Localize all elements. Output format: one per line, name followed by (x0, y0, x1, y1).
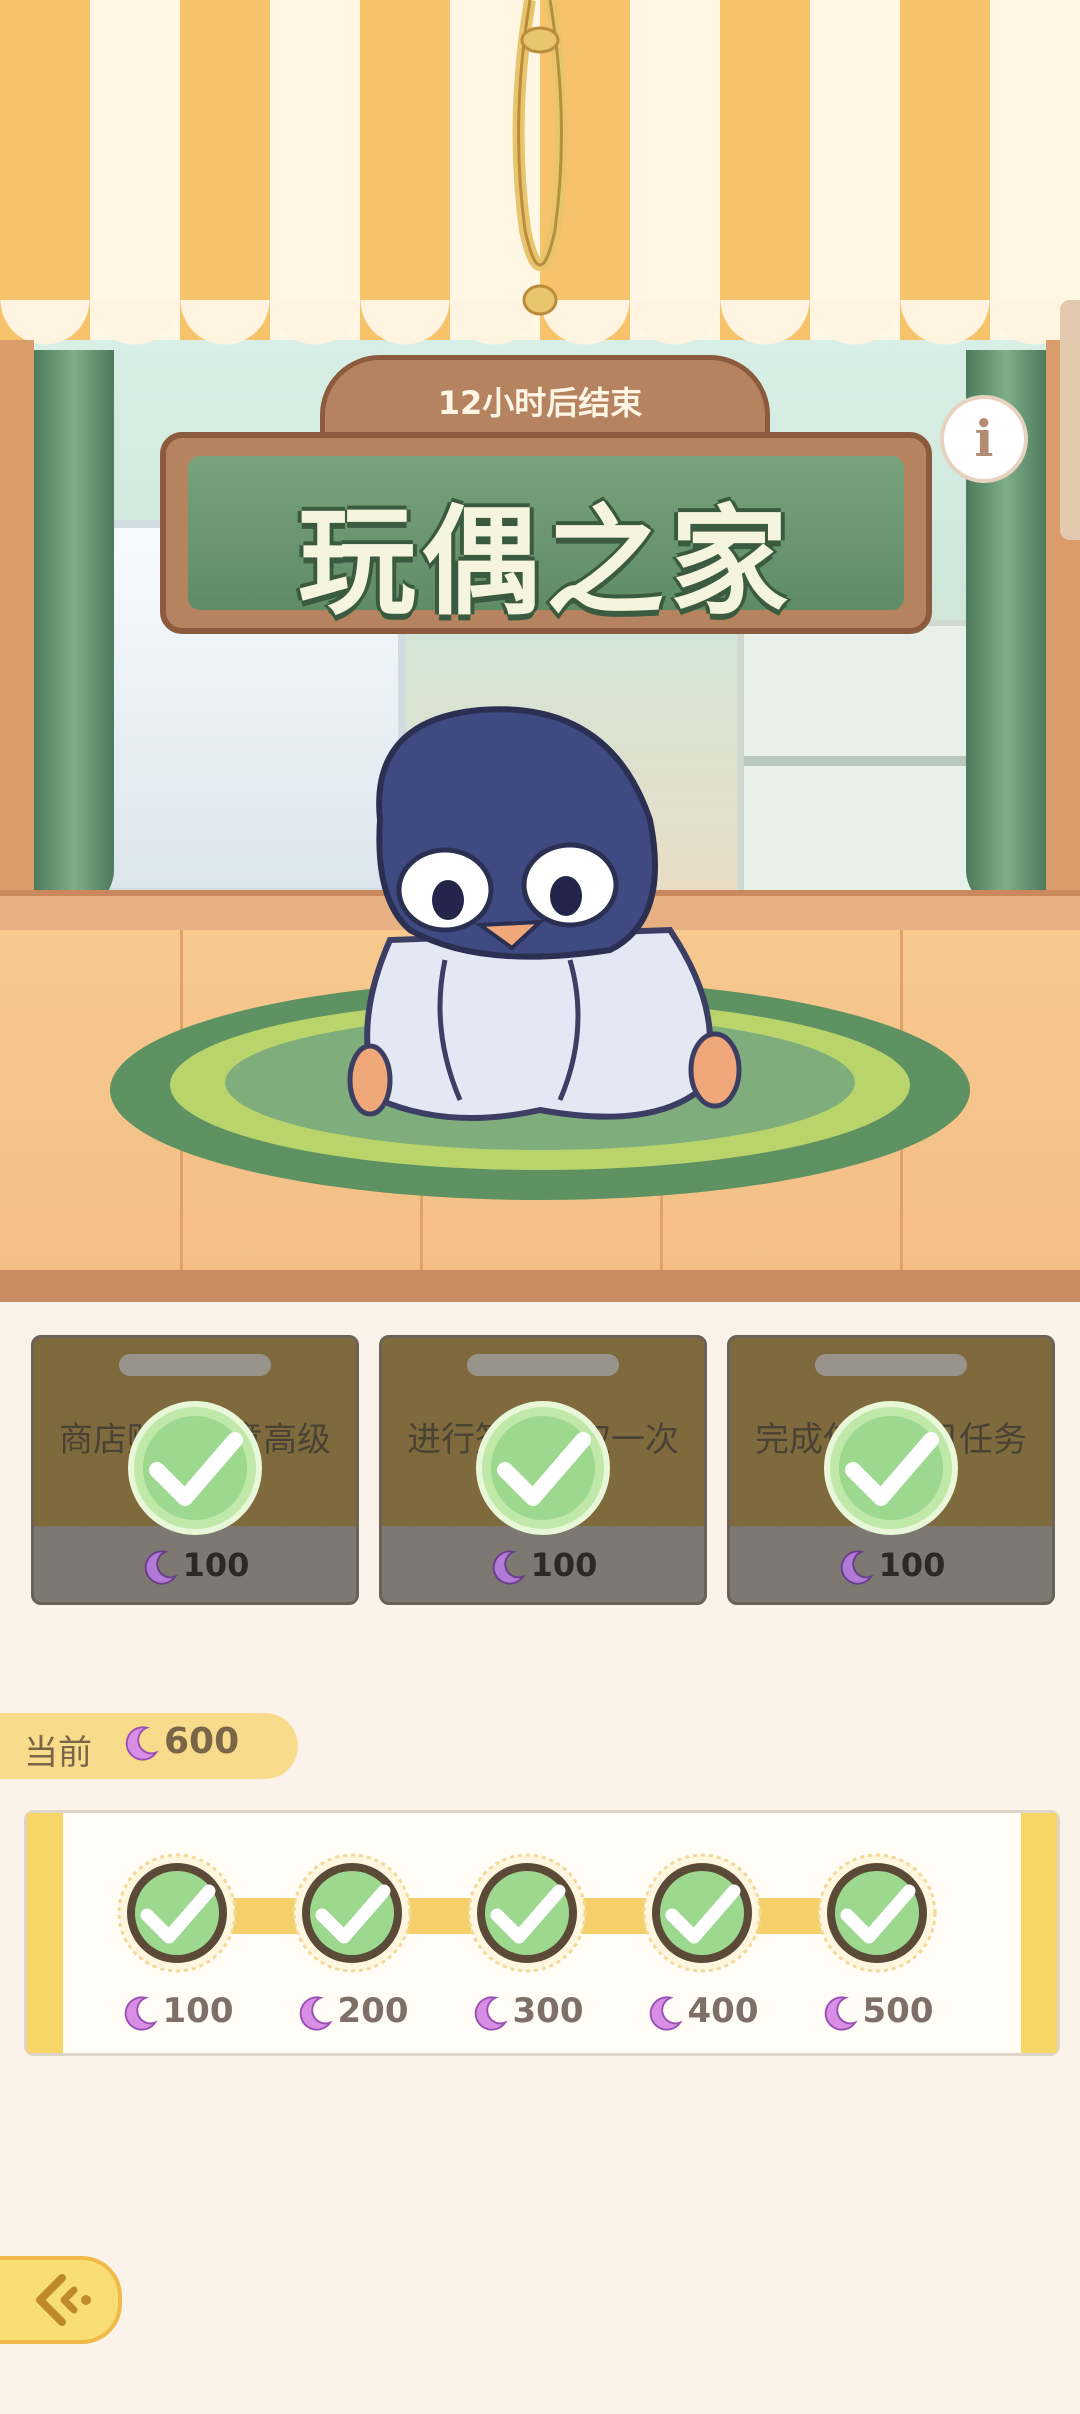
card-pill (815, 1354, 967, 1376)
task-reward-value: 100 (878, 1546, 946, 1584)
info-icon: i (974, 409, 994, 468)
claimed-check-icon (117, 1853, 237, 1973)
side-tab (1060, 300, 1080, 540)
moon-icon (299, 1995, 333, 2031)
task-reward: 100 (382, 1546, 704, 1586)
left-post (0, 340, 34, 920)
card-pill (467, 1354, 619, 1376)
moon-icon (649, 1995, 683, 2031)
milestone-node[interactable]: 200 (282, 1843, 422, 2043)
moon-icon (840, 1550, 874, 1585)
title-sign: 玩偶之家 (160, 432, 932, 634)
event-timer: 12小时后结束 (437, 384, 643, 422)
current-value-text: 600 (164, 1721, 240, 1762)
moon-icon (144, 1550, 178, 1585)
milestone-value: 200 (337, 1991, 409, 2031)
task-reward-value: 100 (182, 1546, 250, 1584)
completed-check-icon (476, 1401, 610, 1535)
milestone-label: 300 (457, 1991, 597, 2032)
claimed-check-icon (292, 1853, 412, 1973)
back-button[interactable] (0, 2256, 122, 2344)
claimed-check-icon (467, 1853, 587, 1973)
current-balance: 当前 600 (0, 1713, 298, 1779)
rope-icon (512, 0, 568, 316)
task-card[interactable]: 进行签到领取一次 100 (379, 1335, 707, 1605)
task-card[interactable]: 完成任意每日任务 100 (727, 1335, 1055, 1605)
card-pill (119, 1354, 271, 1376)
floor-edge (0, 1270, 1080, 1302)
milestone-label: 400 (632, 1991, 772, 2032)
milestone-node[interactable]: 400 (632, 1843, 772, 2043)
completed-check-icon (824, 1401, 958, 1535)
claimed-check-icon (642, 1853, 762, 1973)
task-reward: 100 (34, 1546, 356, 1586)
milestone-value: 300 (512, 1991, 584, 2031)
milestone-node[interactable]: 500 (807, 1843, 947, 2043)
penguin-plush (347, 706, 742, 1121)
event-title: 玩偶之家 (297, 493, 794, 631)
milestone-label: 500 (807, 1991, 947, 2032)
milestone-value: 100 (162, 1991, 234, 2031)
moon-icon (492, 1550, 526, 1585)
claimed-check-icon (817, 1853, 937, 1973)
moon-icon (474, 1995, 508, 2031)
shop-scene: 12小时后结束 玩偶之家 i (0, 0, 1080, 1302)
current-value: 600 (122, 1721, 239, 1762)
task-card[interactable]: 商店购买任意高级盲盒代币 100 (31, 1335, 359, 1605)
sign-inner: 玩偶之家 (188, 456, 904, 631)
board-side-right (1021, 1813, 1057, 2053)
milestone-label: 100 (107, 1991, 247, 2032)
milestone-node[interactable]: 300 (457, 1843, 597, 2043)
milestone-label: 200 (282, 1991, 422, 2032)
shelf-decoration (738, 620, 990, 912)
left-curtain (34, 350, 114, 910)
moon-icon (124, 1995, 158, 2031)
task-reward: 100 (730, 1546, 1052, 1586)
milestone-node[interactable]: 100 (107, 1843, 247, 2043)
milestone-value: 400 (687, 1991, 759, 2031)
task-reward-value: 100 (530, 1546, 598, 1584)
moon-icon (824, 1995, 858, 2031)
milestone-board: 100 200 300 400 500 (24, 1810, 1060, 2056)
completed-check-icon (128, 1401, 262, 1535)
current-label: 当前 (24, 1733, 92, 1773)
moon-icon (125, 1726, 159, 1761)
back-arrow-icon (36, 2274, 91, 2326)
board-side-left (27, 1813, 63, 2053)
info-button[interactable]: i (940, 395, 1028, 483)
milestone-value: 500 (862, 1991, 934, 2031)
